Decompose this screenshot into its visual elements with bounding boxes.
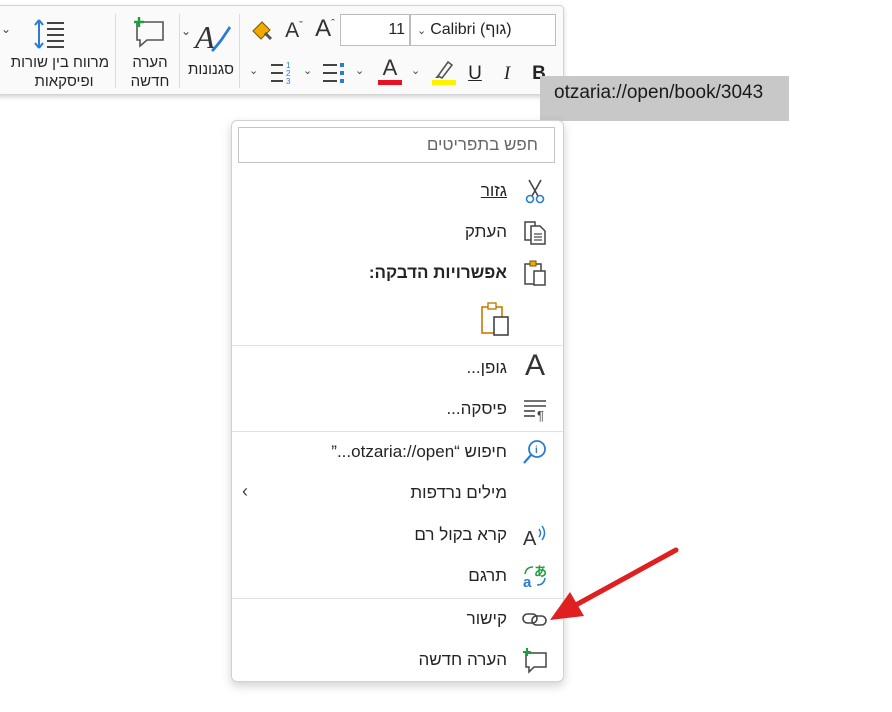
underline-label: U (468, 63, 482, 84)
font-color-swatch (378, 80, 402, 85)
menu-item-link[interactable]: קישור (232, 599, 563, 639)
numbering-icon: 1 2 3 (271, 61, 291, 86)
chevron-left-icon: ‹ (242, 481, 248, 501)
format-painter-button[interactable] (249, 16, 275, 46)
menu-item-font[interactable]: A גופן... (232, 348, 563, 388)
synonyms-label: מילים נרדפות (410, 483, 507, 502)
smart-lookup-icon: i (523, 440, 546, 464)
new-comment-button[interactable]: הערה חדשה (121, 6, 179, 94)
paste-icon (524, 260, 546, 286)
font-label: גופן... (466, 358, 507, 377)
highlight-color-swatch (432, 79, 456, 85)
grow-font-button[interactable]: Aˆ (311, 14, 339, 44)
line-spacing-label-line2: ופיסקאות (34, 73, 94, 90)
font-size-field[interactable]: 11 (340, 14, 410, 46)
link-label: קישור (466, 609, 507, 628)
bullets-button[interactable] (319, 58, 349, 88)
menu-item-translate[interactable]: a あ תרגם (232, 556, 563, 596)
copy-icon (524, 221, 546, 245)
styles-icon: A (193, 19, 231, 54)
font-icon: A (524, 349, 545, 382)
chevron-down-icon[interactable]: ⌄ (249, 64, 258, 77)
search-label: חיפוש “otzaria://open...” (331, 442, 507, 461)
toolbar-divider (115, 14, 116, 88)
new-comment-label-line1: הערה (132, 54, 168, 71)
menu-item-paste-options: אפשרויות הדבקה: (232, 253, 563, 293)
menu-item-copy[interactable]: העתק (232, 212, 563, 252)
styles-label: סגנונות (187, 61, 234, 78)
line-spacing-button[interactable]: ⌄ מרווח בין שורות ופיסקאות (0, 6, 109, 94)
new-comment-icon (523, 648, 547, 674)
svg-text:i: i (535, 445, 538, 456)
new-comment-label: הערה חדשה (418, 650, 507, 669)
svg-text:a: a (523, 574, 532, 590)
paste-options-label: אפשרויות הדבקה: (368, 263, 507, 282)
scissors-icon (525, 179, 545, 204)
svg-text:A: A (523, 528, 537, 549)
shrink-font-icon: Aˇ (285, 19, 303, 42)
numbering-button[interactable]: 1 2 3 (267, 58, 297, 88)
svg-text:¶: ¶ (537, 408, 544, 423)
highlight-button[interactable] (429, 56, 459, 86)
new-comment-label-line2: חדשה (130, 73, 170, 90)
annotation-arrow-icon (550, 547, 679, 620)
line-spacing-label-line1: מרווח בין שורות (10, 54, 109, 71)
chevron-down-icon[interactable]: ⌄ (1, 22, 11, 36)
italic-button[interactable]: I (495, 59, 519, 89)
menu-search-placeholder: חפש בתפריטים (426, 135, 538, 154)
chevron-down-icon[interactable]: ⌄ (355, 64, 364, 77)
menu-item-cut[interactable]: גזור (232, 171, 563, 211)
menu-item-read-aloud[interactable]: A קרא בקול רם (232, 515, 563, 555)
line-spacing-label: מרווח בין שורות ופיסקאות (0, 53, 109, 91)
paste-keep-source-button[interactable] (478, 301, 512, 337)
highlighter-icon (435, 60, 454, 79)
mini-toolbar: ⌄ מרווח בין שורות ופיסקאות הערה חדשה ⌄ A… (0, 5, 564, 95)
font-color-button[interactable]: A (375, 56, 405, 86)
shrink-font-button[interactable]: Aˇ (281, 16, 307, 46)
menu-item-paragraph[interactable]: ¶ פיסקה... (232, 389, 563, 429)
new-comment-icon (134, 17, 164, 48)
paste-keep-formatting-icon (481, 302, 509, 336)
paragraph-icon: ¶ (524, 400, 546, 423)
context-menu: חפש בתפריטים גזור העתק אפשרויות הדבקה: A… (231, 120, 564, 682)
bullets-icon (323, 63, 344, 83)
menu-item-synonyms[interactable]: ‹ מילים נרדפות (232, 473, 563, 513)
svg-text:A: A (193, 19, 215, 54)
new-comment-label: הערה חדשה (121, 53, 179, 91)
translate-label: תרגם (468, 566, 507, 585)
paragraph-label: פיסקה... (446, 399, 507, 418)
copy-label: העתק (464, 222, 507, 241)
menu-item-new-comment[interactable]: הערה חדשה (232, 640, 563, 680)
line-spacing-icon (34, 19, 64, 49)
font-name-field[interactable]: ⌄ Calibri (גוף) (410, 14, 556, 46)
font-color-icon: A (382, 55, 398, 80)
svg-text:3: 3 (286, 77, 291, 86)
underline-button[interactable]: U (463, 59, 487, 89)
menu-item-search[interactable]: i חיפוש “otzaria://open...” (232, 432, 563, 472)
selected-document-text[interactable]: otzaria://open/book/3043 (540, 76, 789, 121)
chevron-down-icon[interactable]: ⌄ (303, 64, 312, 77)
selected-text-value: otzaria://open/book/3043 (554, 82, 764, 103)
styles-button[interactable]: ⌄ A סגנונות (179, 6, 239, 94)
read-aloud-label: קרא בקול רם (414, 525, 507, 544)
grow-font-icon: Aˆ (315, 15, 335, 42)
chevron-down-icon[interactable]: ⌄ (181, 24, 191, 38)
format-painter-icon (252, 21, 273, 41)
toolbar-divider (239, 14, 240, 88)
menu-item-label: גזור (481, 171, 507, 211)
cut-label: גזור (480, 181, 507, 200)
font-name-value: Calibri (גוף) (430, 21, 512, 38)
menu-search-input[interactable]: חפש בתפריטים (238, 127, 555, 163)
italic-label: I (503, 63, 511, 84)
chevron-down-icon[interactable]: ⌄ (417, 24, 426, 37)
menu-divider (232, 345, 563, 346)
chevron-down-icon[interactable]: ⌄ (411, 64, 420, 77)
font-size-value: 11 (388, 21, 405, 38)
